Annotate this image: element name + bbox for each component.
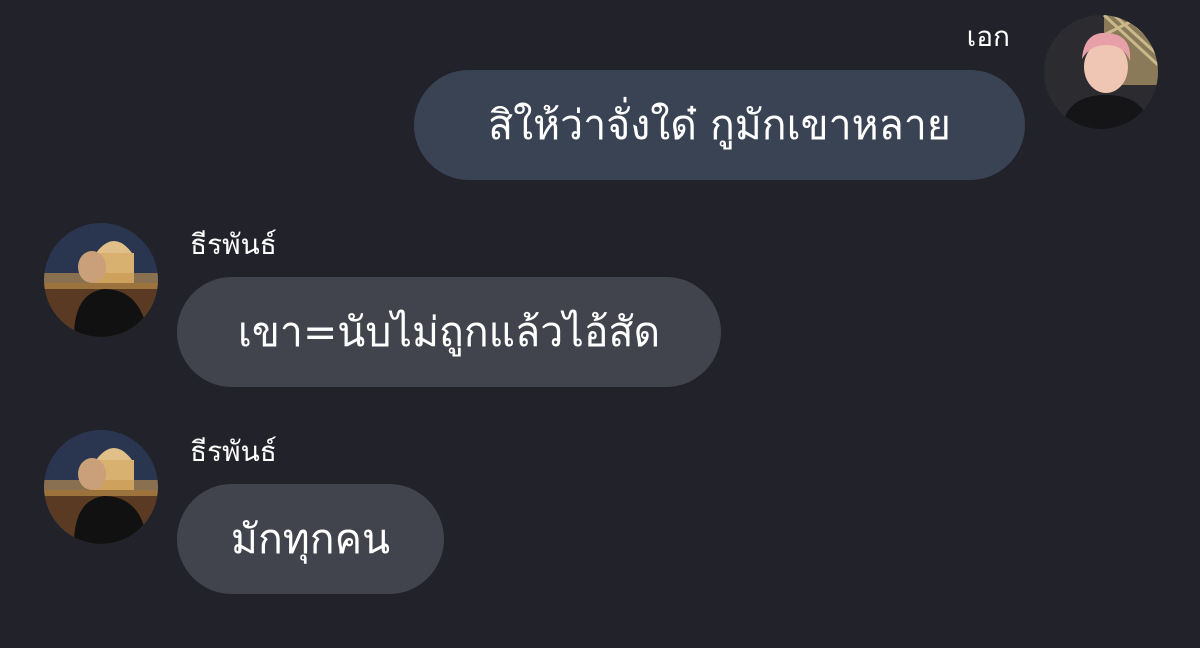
sender-name: ธีรพันธ์ <box>190 228 277 261</box>
message-bubble-incoming[interactable]: เขา=นับไม่ถูกแล้วไอ้สัด <box>177 277 721 387</box>
message-text: เขา=นับไม่ถูกแล้วไอ้สัด <box>237 307 661 356</box>
avatar-ek[interactable] <box>1044 15 1158 129</box>
avatar-ek-image <box>1044 15 1158 129</box>
sender-name: เอก <box>966 20 1010 53</box>
avatar-theeraphan-image <box>44 223 158 337</box>
avatar-theeraphan-image <box>44 430 158 544</box>
sender-name: ธีรพันธ์ <box>190 435 277 468</box>
message-text: มักทุกคน <box>230 514 391 563</box>
message-text: สิให้ว่าจั่งใด๋ กูมักเขาหลาย <box>488 100 951 149</box>
avatar-theeraphan[interactable] <box>44 223 158 337</box>
avatar-theeraphan[interactable] <box>44 430 158 544</box>
message-bubble-incoming[interactable]: มักทุกคน <box>177 484 444 594</box>
chat-thread: เอก สิให้ว่าจั่งใด๋ กูมักเขาหลาย ธีรพันธ… <box>0 0 1200 648</box>
message-bubble-outgoing[interactable]: สิให้ว่าจั่งใด๋ กูมักเขาหลาย <box>414 70 1025 180</box>
